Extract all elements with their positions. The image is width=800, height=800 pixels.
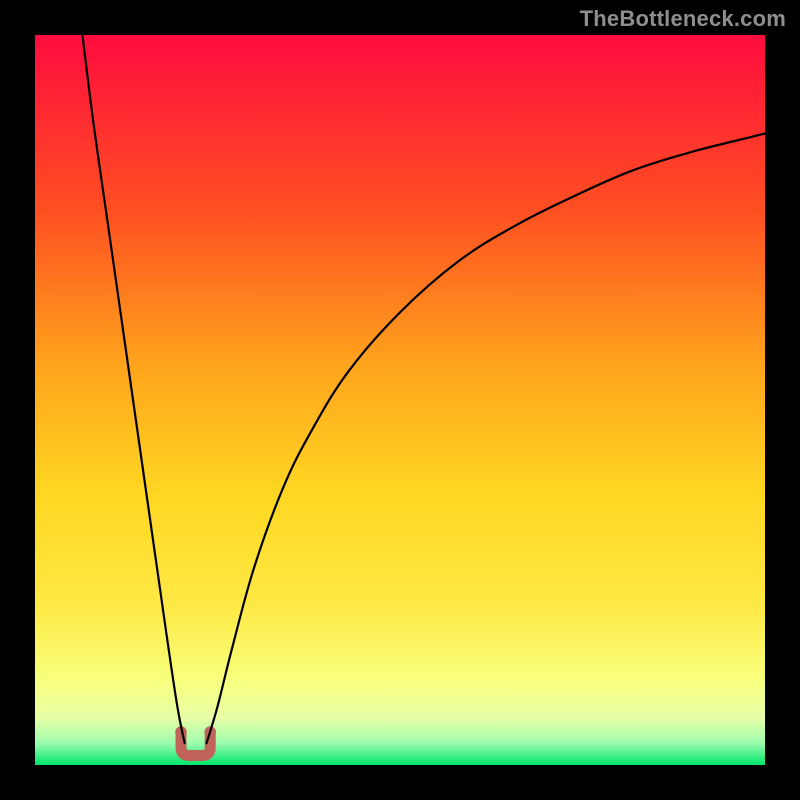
watermark-text: TheBottleneck.com xyxy=(580,6,786,32)
outer-frame: TheBottleneck.com xyxy=(0,0,800,800)
plot-svg xyxy=(35,35,765,765)
gradient-background xyxy=(35,35,765,765)
plot-area xyxy=(35,35,765,765)
